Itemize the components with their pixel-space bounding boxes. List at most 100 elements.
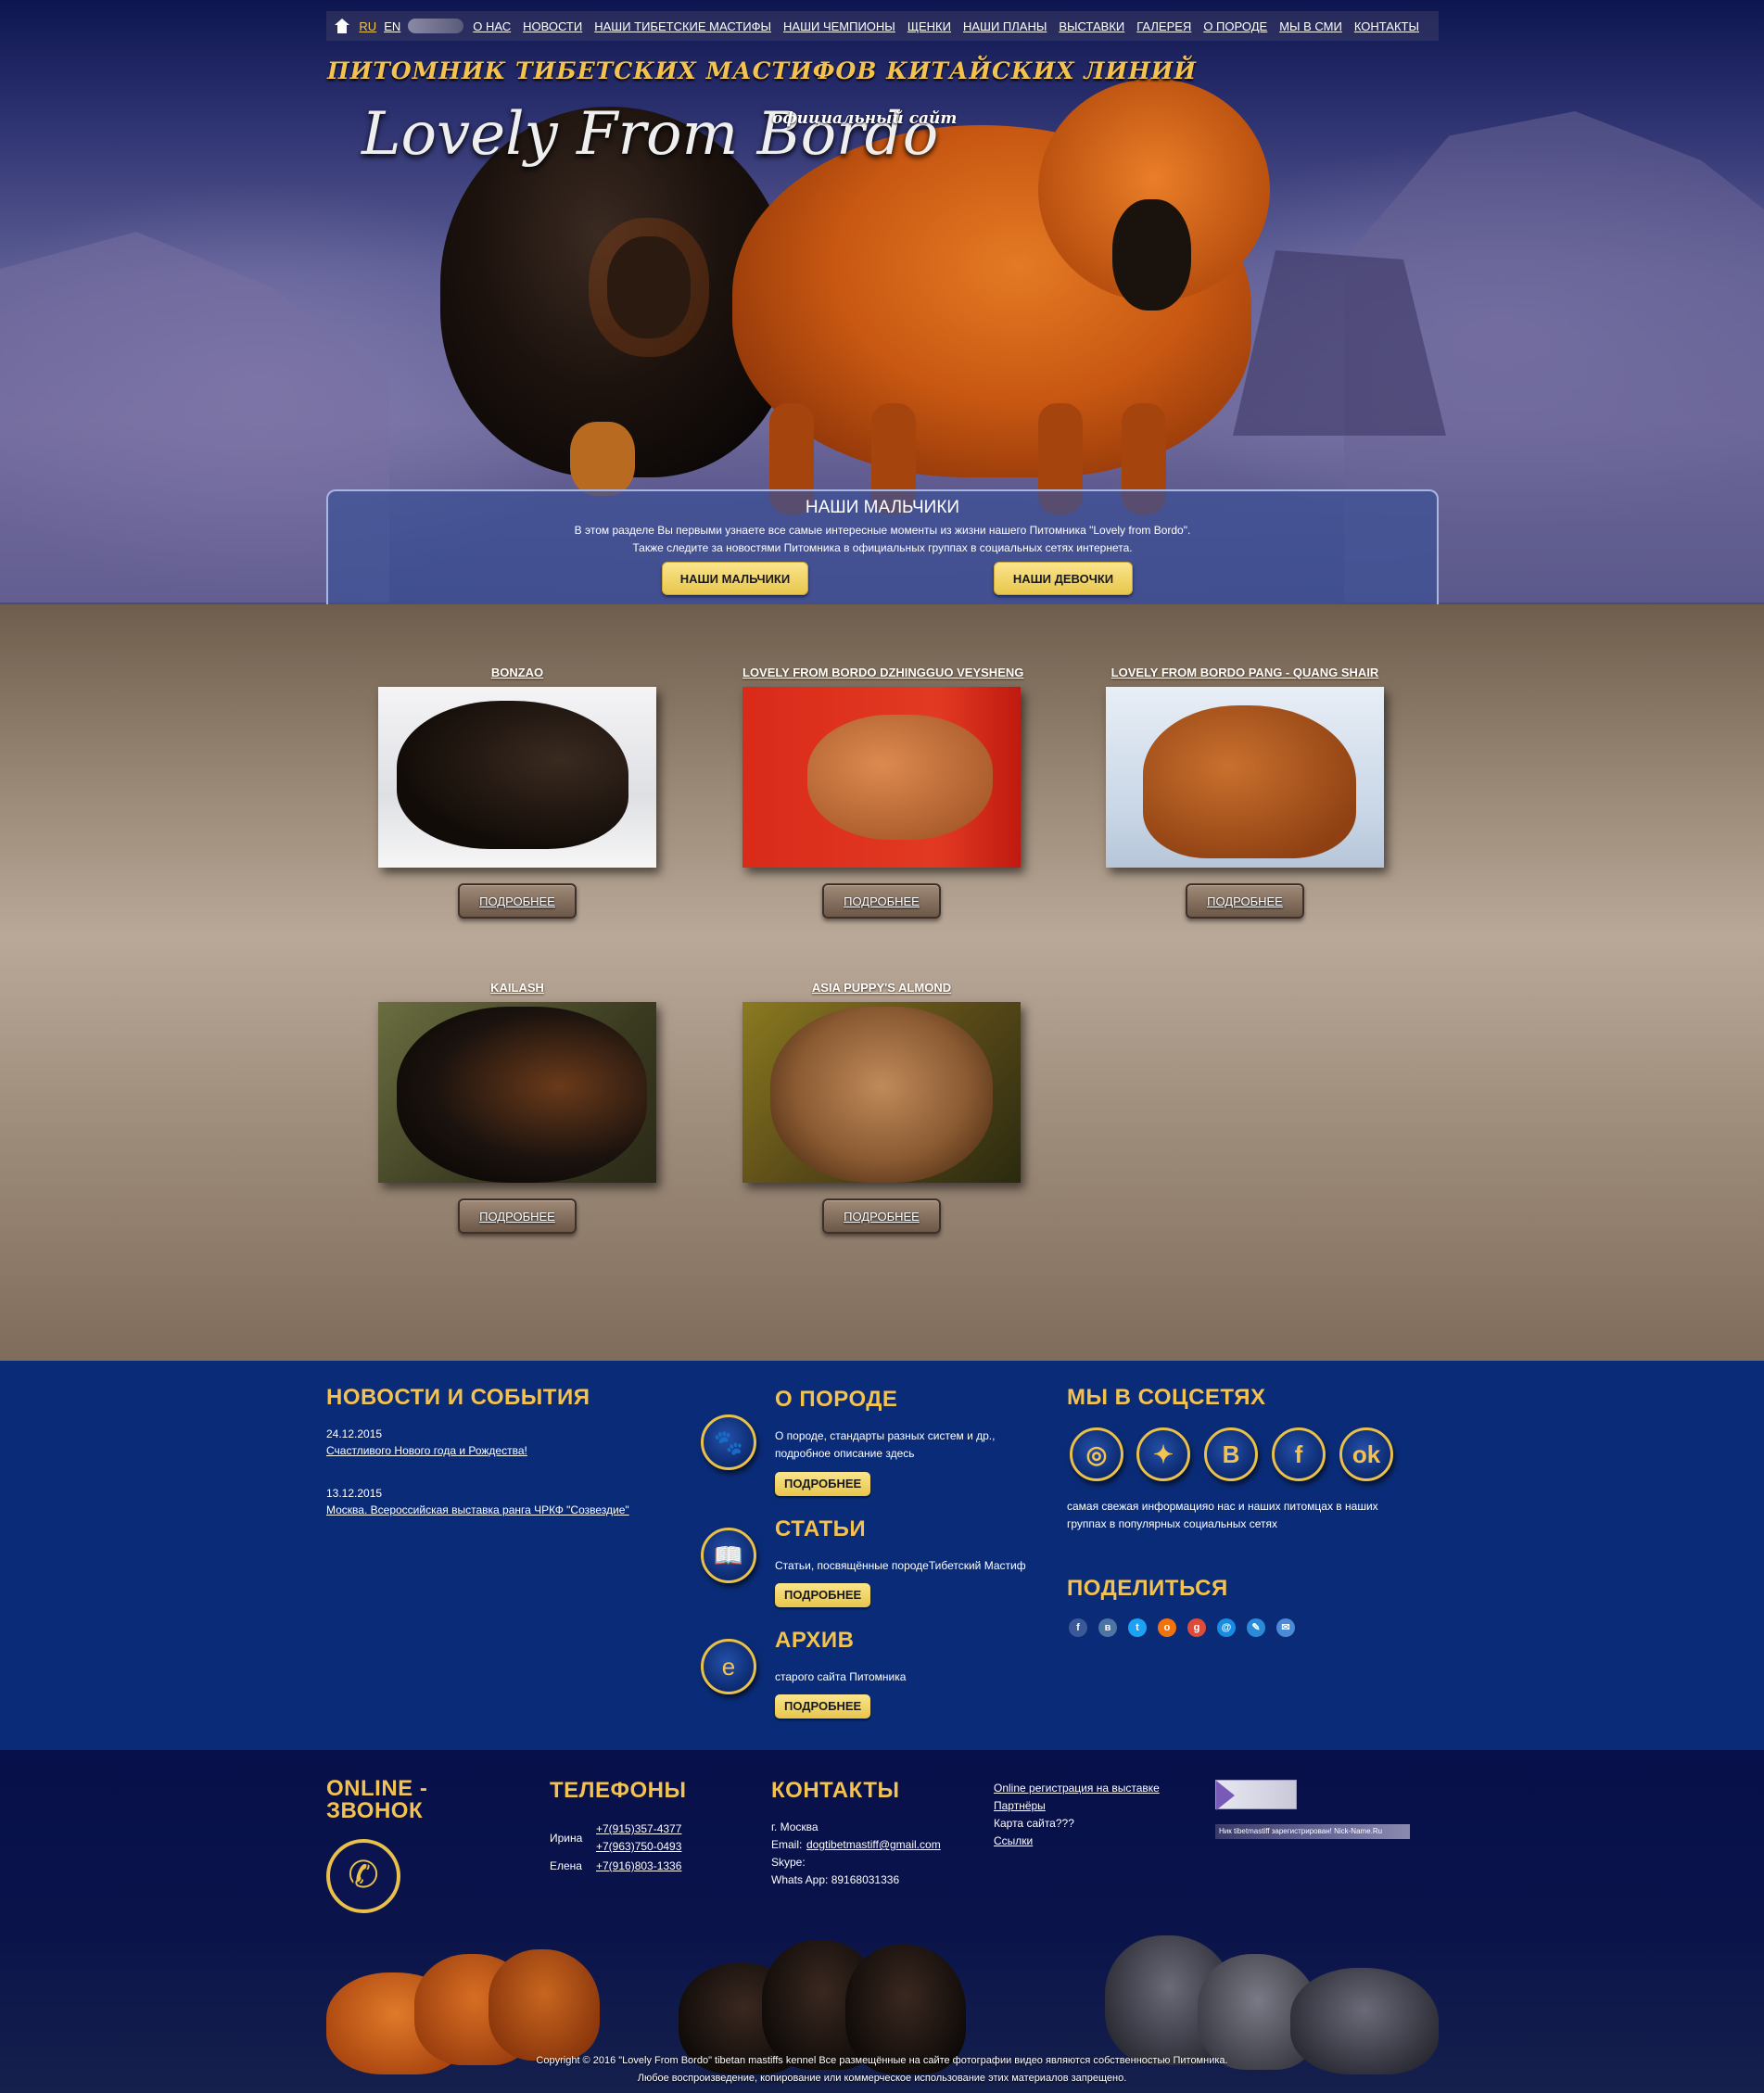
lang-ru[interactable]: RU — [359, 19, 376, 33]
more-button[interactable]: ПОДРОБНЕЕ — [1186, 883, 1304, 919]
phone-contact-name: Ирина — [550, 1832, 583, 1845]
news-link[interactable]: Счастливого Нового года и Рождества! — [326, 1444, 527, 1457]
phones-title: ТЕЛЕФОНЫ — [550, 1778, 687, 1803]
dog-photo[interactable] — [378, 687, 656, 868]
archive-title: АРХИВ — [775, 1628, 855, 1653]
nav-news[interactable]: НОВОСТИ — [523, 19, 582, 33]
news-title: НОВОСТИ И СОБЫТИЯ — [326, 1385, 590, 1410]
nav-gallery[interactable]: ГАЛЕРЕЯ — [1136, 19, 1191, 33]
nav-our-mastiffs[interactable]: НАШИ ТИБЕТСКИЕ МАСТИФЫ — [594, 19, 771, 33]
social-text-line: группах в популярных социальных сетях — [1067, 1517, 1277, 1530]
footer: ONLINE - ЗВОНОК ✆ ТЕЛЕФОНЫ Ирина +7(915)… — [0, 1750, 1764, 2093]
intro-line: В этом разделе Вы первыми узнаете все са… — [574, 524, 1191, 537]
facebook-icon[interactable]: f — [1272, 1427, 1326, 1481]
instagram-icon[interactable]: ◎ — [1070, 1427, 1123, 1481]
about-breed-line: подробное описание здесь — [775, 1447, 915, 1460]
browser-icon[interactable]: e — [701, 1639, 756, 1694]
intro-text: В этом разделе Вы первыми узнаете все са… — [328, 522, 1437, 557]
visit-counter-badge[interactable] — [1215, 1780, 1297, 1810]
archive-button[interactable]: ПОДРОБНЕЕ — [775, 1694, 871, 1719]
contact-email-link[interactable]: dogtibetmastiff@gmail.com — [806, 1838, 941, 1851]
kennel-title: ПИТОМНИК ТИБЕТСКИХ МАСТИФОВ КИТАЙСКИХ ЛИ… — [327, 57, 1197, 84]
twitter-share-icon[interactable]: t — [1128, 1618, 1147, 1637]
google-plus-share-icon[interactable]: g — [1187, 1618, 1206, 1637]
puppy — [489, 1949, 600, 2061]
vk-share-icon[interactable]: в — [1098, 1618, 1117, 1637]
mail-ru-share-icon[interactable]: @ — [1217, 1618, 1236, 1637]
twitter-icon[interactable]: ✦ — [1136, 1427, 1190, 1481]
dog-name-link[interactable]: ASIA PUPPY'S ALMOND — [742, 981, 1021, 995]
dog-card: ASIA PUPPY'S ALMOND ПОДРОБНЕЕ — [742, 981, 1021, 1234]
phone-contact-name: Елена — [550, 1859, 582, 1872]
livejournal-share-icon[interactable]: ✎ — [1247, 1618, 1265, 1637]
our-boys-button[interactable]: НАШИ МАЛЬЧИКИ — [662, 562, 808, 595]
top-navigation: RU EN О НАС НОВОСТИ НАШИ ТИБЕТСКИЕ МАСТИ… — [326, 11, 1439, 41]
info-section: НОВОСТИ И СОБЫТИЯ 24.12.2015 Счастливого… — [0, 1361, 1764, 1750]
about-breed-button[interactable]: ПОДРОБНЕЕ — [775, 1472, 871, 1496]
nav-puppies[interactable]: ЩЕНКИ — [907, 19, 951, 33]
footer-link[interactable]: Ссылки — [994, 1834, 1033, 1847]
dog-name-link[interactable]: LOVELY FROM BORDO DZHINGGUO VEYSHENG — [742, 666, 1023, 679]
black-mastiff-face — [607, 236, 691, 338]
articles-button[interactable]: ПОДРОБНЕЕ — [775, 1583, 871, 1607]
footer-link[interactable]: Партнёры — [994, 1799, 1046, 1812]
lang-en[interactable]: EN — [384, 19, 400, 33]
vk-icon[interactable]: В — [1204, 1427, 1258, 1481]
odnoklassniki-icon[interactable]: ok — [1339, 1427, 1393, 1481]
search-widget[interactable] — [408, 19, 464, 33]
dog-name-link[interactable]: BONZAO — [378, 666, 656, 679]
about-breed-title: О ПОРОДЕ — [775, 1387, 898, 1412]
paw-icon[interactable]: 🐾 — [701, 1414, 756, 1470]
contact-email-label: Email: — [771, 1838, 803, 1851]
phone-link[interactable]: +7(963)750-0493 — [596, 1840, 681, 1853]
about-breed-text: О породе, стандарты разных систем и др.,… — [775, 1427, 995, 1463]
more-button[interactable]: ПОДРОБНЕЕ — [822, 883, 941, 919]
dog-name-link[interactable]: LOVELY FROM BORDO PANG - QUANG SHAIR — [1106, 666, 1384, 679]
more-button[interactable]: ПОДРОБНЕЕ — [458, 1199, 577, 1234]
dog-card: LOVELY FROM BORDO PANG - QUANG SHAIR ПОД… — [1106, 666, 1384, 919]
contacts-title: КОНТАКТЫ — [771, 1778, 900, 1803]
more-button[interactable]: ПОДРОБНЕЕ — [458, 883, 577, 919]
dog-photo[interactable] — [378, 1002, 656, 1183]
news-date: 13.12.2015 — [326, 1487, 383, 1500]
dog-name-link[interactable]: KAILASH — [378, 981, 656, 995]
about-breed-line: О породе, стандарты разных систем и др., — [775, 1429, 996, 1442]
online-call-title: ONLINE - ЗВОНОК — [326, 1778, 427, 1822]
contact-city: г. Москва — [771, 1820, 819, 1833]
footer-link[interactable]: Online регистрация на выставке — [994, 1782, 1160, 1795]
nav-shows[interactable]: ВЫСТАВКИ — [1059, 19, 1124, 33]
email-share-icon[interactable]: ✉ — [1276, 1618, 1295, 1637]
home-icon[interactable] — [334, 19, 350, 33]
dog-card: KAILASH ПОДРОБНЕЕ — [378, 981, 656, 1234]
phone-icon[interactable]: ✆ — [326, 1839, 400, 1913]
dogs-gallery: BONZAO ПОДРОБНЕЕ LOVELY FROM BORDO DZHIN… — [0, 604, 1764, 1361]
phone-link[interactable]: +7(916)803-1336 — [596, 1859, 681, 1872]
news-link[interactable]: Москва. Всероссийская выставка ранга ЧРК… — [326, 1503, 629, 1516]
dog-photo[interactable] — [742, 687, 1021, 868]
nav-breed[interactable]: О ПОРОДЕ — [1203, 19, 1267, 33]
hero-banner: RU EN О НАС НОВОСТИ НАШИ ТИБЕТСКИЕ МАСТИ… — [0, 0, 1764, 604]
our-girls-button[interactable]: НАШИ ДЕВОЧКИ — [994, 562, 1133, 595]
odnoklassniki-share-icon[interactable]: o — [1158, 1618, 1176, 1637]
book-icon[interactable]: 📖 — [701, 1528, 756, 1583]
nav-contacts[interactable]: КОНТАКТЫ — [1354, 19, 1419, 33]
more-button[interactable]: ПОДРОБНЕЕ — [822, 1199, 941, 1234]
online-call-title-line: ЗВОНОК — [326, 1798, 424, 1823]
nav-champions[interactable]: НАШИ ЧЕМПИОНЫ — [783, 19, 895, 33]
nav-about[interactable]: О НАС — [473, 19, 511, 33]
nav-media[interactable]: МЫ В СМИ — [1279, 19, 1342, 33]
phone-link[interactable]: +7(915)357-4377 — [596, 1822, 681, 1835]
nav-plans[interactable]: НАШИ ПЛАНЫ — [963, 19, 1047, 33]
intro-line: Также следите за новостями Питомника в о… — [632, 541, 1133, 554]
intro-box: НАШИ МАЛЬЧИКИ В этом разделе Вы первыми … — [326, 489, 1439, 604]
news-date: 24.12.2015 — [326, 1427, 383, 1440]
facebook-share-icon[interactable]: f — [1069, 1618, 1087, 1637]
footer-link[interactable]: Карта сайта??? — [994, 1817, 1074, 1830]
dog-photo[interactable] — [742, 1002, 1021, 1183]
red-mastiff-image — [732, 79, 1270, 514]
official-site-label: официальный сайт — [772, 109, 958, 128]
dog-photo[interactable] — [1106, 687, 1384, 868]
copyright-line: Любое воспроизведение, копирование или к… — [637, 2073, 1127, 2084]
nickname-badge[interactable]: Ник tibetmastiff зарегистрирован! Nick-N… — [1215, 1824, 1410, 1839]
contact-whatsapp: Whats App: 89168031336 — [771, 1873, 900, 1886]
